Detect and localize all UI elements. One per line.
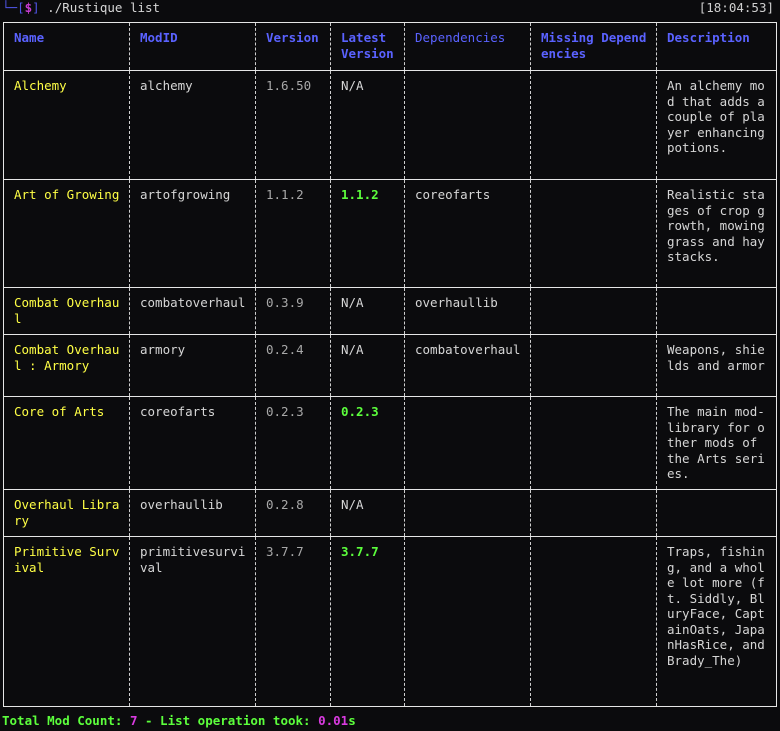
time-unit: s	[348, 713, 356, 728]
table-row: Combat Overhaul combatoverhaul 0.3.9 N/A…	[3, 287, 777, 335]
cell-dependencies: combatoverhaul	[404, 334, 531, 397]
cell-latest-version: N/A	[330, 70, 405, 180]
cell-version: 1.1.2	[255, 179, 331, 288]
cell-description	[656, 489, 777, 537]
table-row: Combat Overhaul : Armory armory 0.2.4 N/…	[3, 334, 777, 397]
cell-version: 0.2.3	[255, 396, 331, 490]
mod-table: Name ModID Version Latest Version Depend…	[3, 22, 777, 707]
prompt-line: └─[$] ./Rustique list [18:04:53]	[0, 0, 780, 18]
cell-version: 0.3.9	[255, 287, 331, 335]
cell-missing-dependencies	[530, 489, 657, 537]
cell-latest-version: N/A	[330, 287, 405, 335]
cell-latest-version: 1.1.2	[330, 179, 405, 288]
cell-version: 0.2.8	[255, 489, 331, 537]
prompt-bracket-open: [	[17, 0, 25, 15]
cell-modid: alchemy	[129, 70, 256, 180]
prompt-bracket-close: ]	[32, 0, 40, 15]
terminal-window: └─[$] ./Rustique list [18:04:53] Name Mo…	[0, 0, 780, 731]
cell-missing-dependencies	[530, 179, 657, 288]
cell-latest-version: 0.2.3	[330, 396, 405, 490]
cell-description: An alchemy mod that adds a couple of pla…	[656, 70, 777, 180]
cell-version: 1.6.50	[255, 70, 331, 180]
cell-missing-dependencies	[530, 287, 657, 335]
table-row: Overhaul Library overhaullib 0.2.8 N/A	[3, 489, 777, 537]
cell-modid: armory	[129, 334, 256, 397]
table-row: Primitive Survival primitivesurvival 3.7…	[3, 536, 777, 707]
cell-missing-dependencies	[530, 536, 657, 707]
cell-latest-version: 3.7.7	[330, 536, 405, 707]
cell-modid: combatoverhaul	[129, 287, 256, 335]
cell-modid: artofgrowing	[129, 179, 256, 288]
header-description: Description	[656, 22, 777, 71]
clock: [18:04:53]	[698, 0, 774, 15]
prompt-corner-glyph: └─[$] ./Rustique list	[2, 0, 161, 15]
cell-latest-version: N/A	[330, 334, 405, 397]
summary-line: Total Mod Count: 7 - List operation took…	[2, 713, 356, 729]
header-missing-dependencies: Missing Dependencies	[530, 22, 657, 71]
cell-description: Traps, fishing, and a whole lot more (ft…	[656, 536, 777, 707]
cell-missing-dependencies	[530, 334, 657, 397]
header-latest-version: Latest Version	[330, 22, 405, 71]
table-row: Core of Arts coreofarts 0.2.3 0.2.3 The …	[3, 396, 777, 490]
header-dependencies: Dependencies	[404, 22, 531, 71]
cell-missing-dependencies	[530, 396, 657, 490]
table-row: Art of Growing artofgrowing 1.1.2 1.1.2 …	[3, 179, 777, 288]
cell-dependencies: overhaullib	[404, 287, 531, 335]
cell-description: Realistic stages of crop growth, mowing …	[656, 179, 777, 288]
cell-name: Art of Growing	[3, 179, 130, 288]
cell-name: Core of Arts	[3, 396, 130, 490]
cell-description	[656, 287, 777, 335]
cell-modid: coreofarts	[129, 396, 256, 490]
cell-name: Combat Overhaul : Armory	[3, 334, 130, 397]
table-header-row: Name ModID Version Latest Version Depend…	[3, 22, 777, 71]
table-row: Alchemy alchemy 1.6.50 N/A An alchemy mo…	[3, 70, 777, 180]
operation-time: 0.01	[318, 713, 349, 728]
cell-name: Combat Overhaul	[3, 287, 130, 335]
cell-modid: primitivesurvival	[129, 536, 256, 707]
cell-description: Weapons, shields and armor	[656, 334, 777, 397]
cell-description: The main mod-library for other mods of t…	[656, 396, 777, 490]
cell-name: Overhaul Library	[3, 489, 130, 537]
header-name: Name	[3, 22, 130, 71]
cell-name: Primitive Survival	[3, 536, 130, 707]
cell-name: Alchemy	[3, 70, 130, 180]
prompt-dollar: $	[24, 0, 33, 15]
cell-version: 3.7.7	[255, 536, 331, 707]
cell-dependencies	[404, 536, 531, 707]
header-version: Version	[255, 22, 331, 71]
cell-dependencies	[404, 489, 531, 537]
header-modid: ModID	[129, 22, 256, 71]
cell-dependencies	[404, 396, 531, 490]
summary-label: Total Mod Count:	[2, 713, 130, 728]
cell-latest-version: N/A	[330, 489, 405, 537]
summary-separator: - List operation took:	[137, 713, 319, 728]
cell-dependencies: coreofarts	[404, 179, 531, 288]
command-text: ./Rustique list	[39, 0, 161, 15]
cell-dependencies	[404, 70, 531, 180]
cell-modid: overhaullib	[129, 489, 256, 537]
cell-missing-dependencies	[530, 70, 657, 180]
cell-version: 0.2.4	[255, 334, 331, 397]
